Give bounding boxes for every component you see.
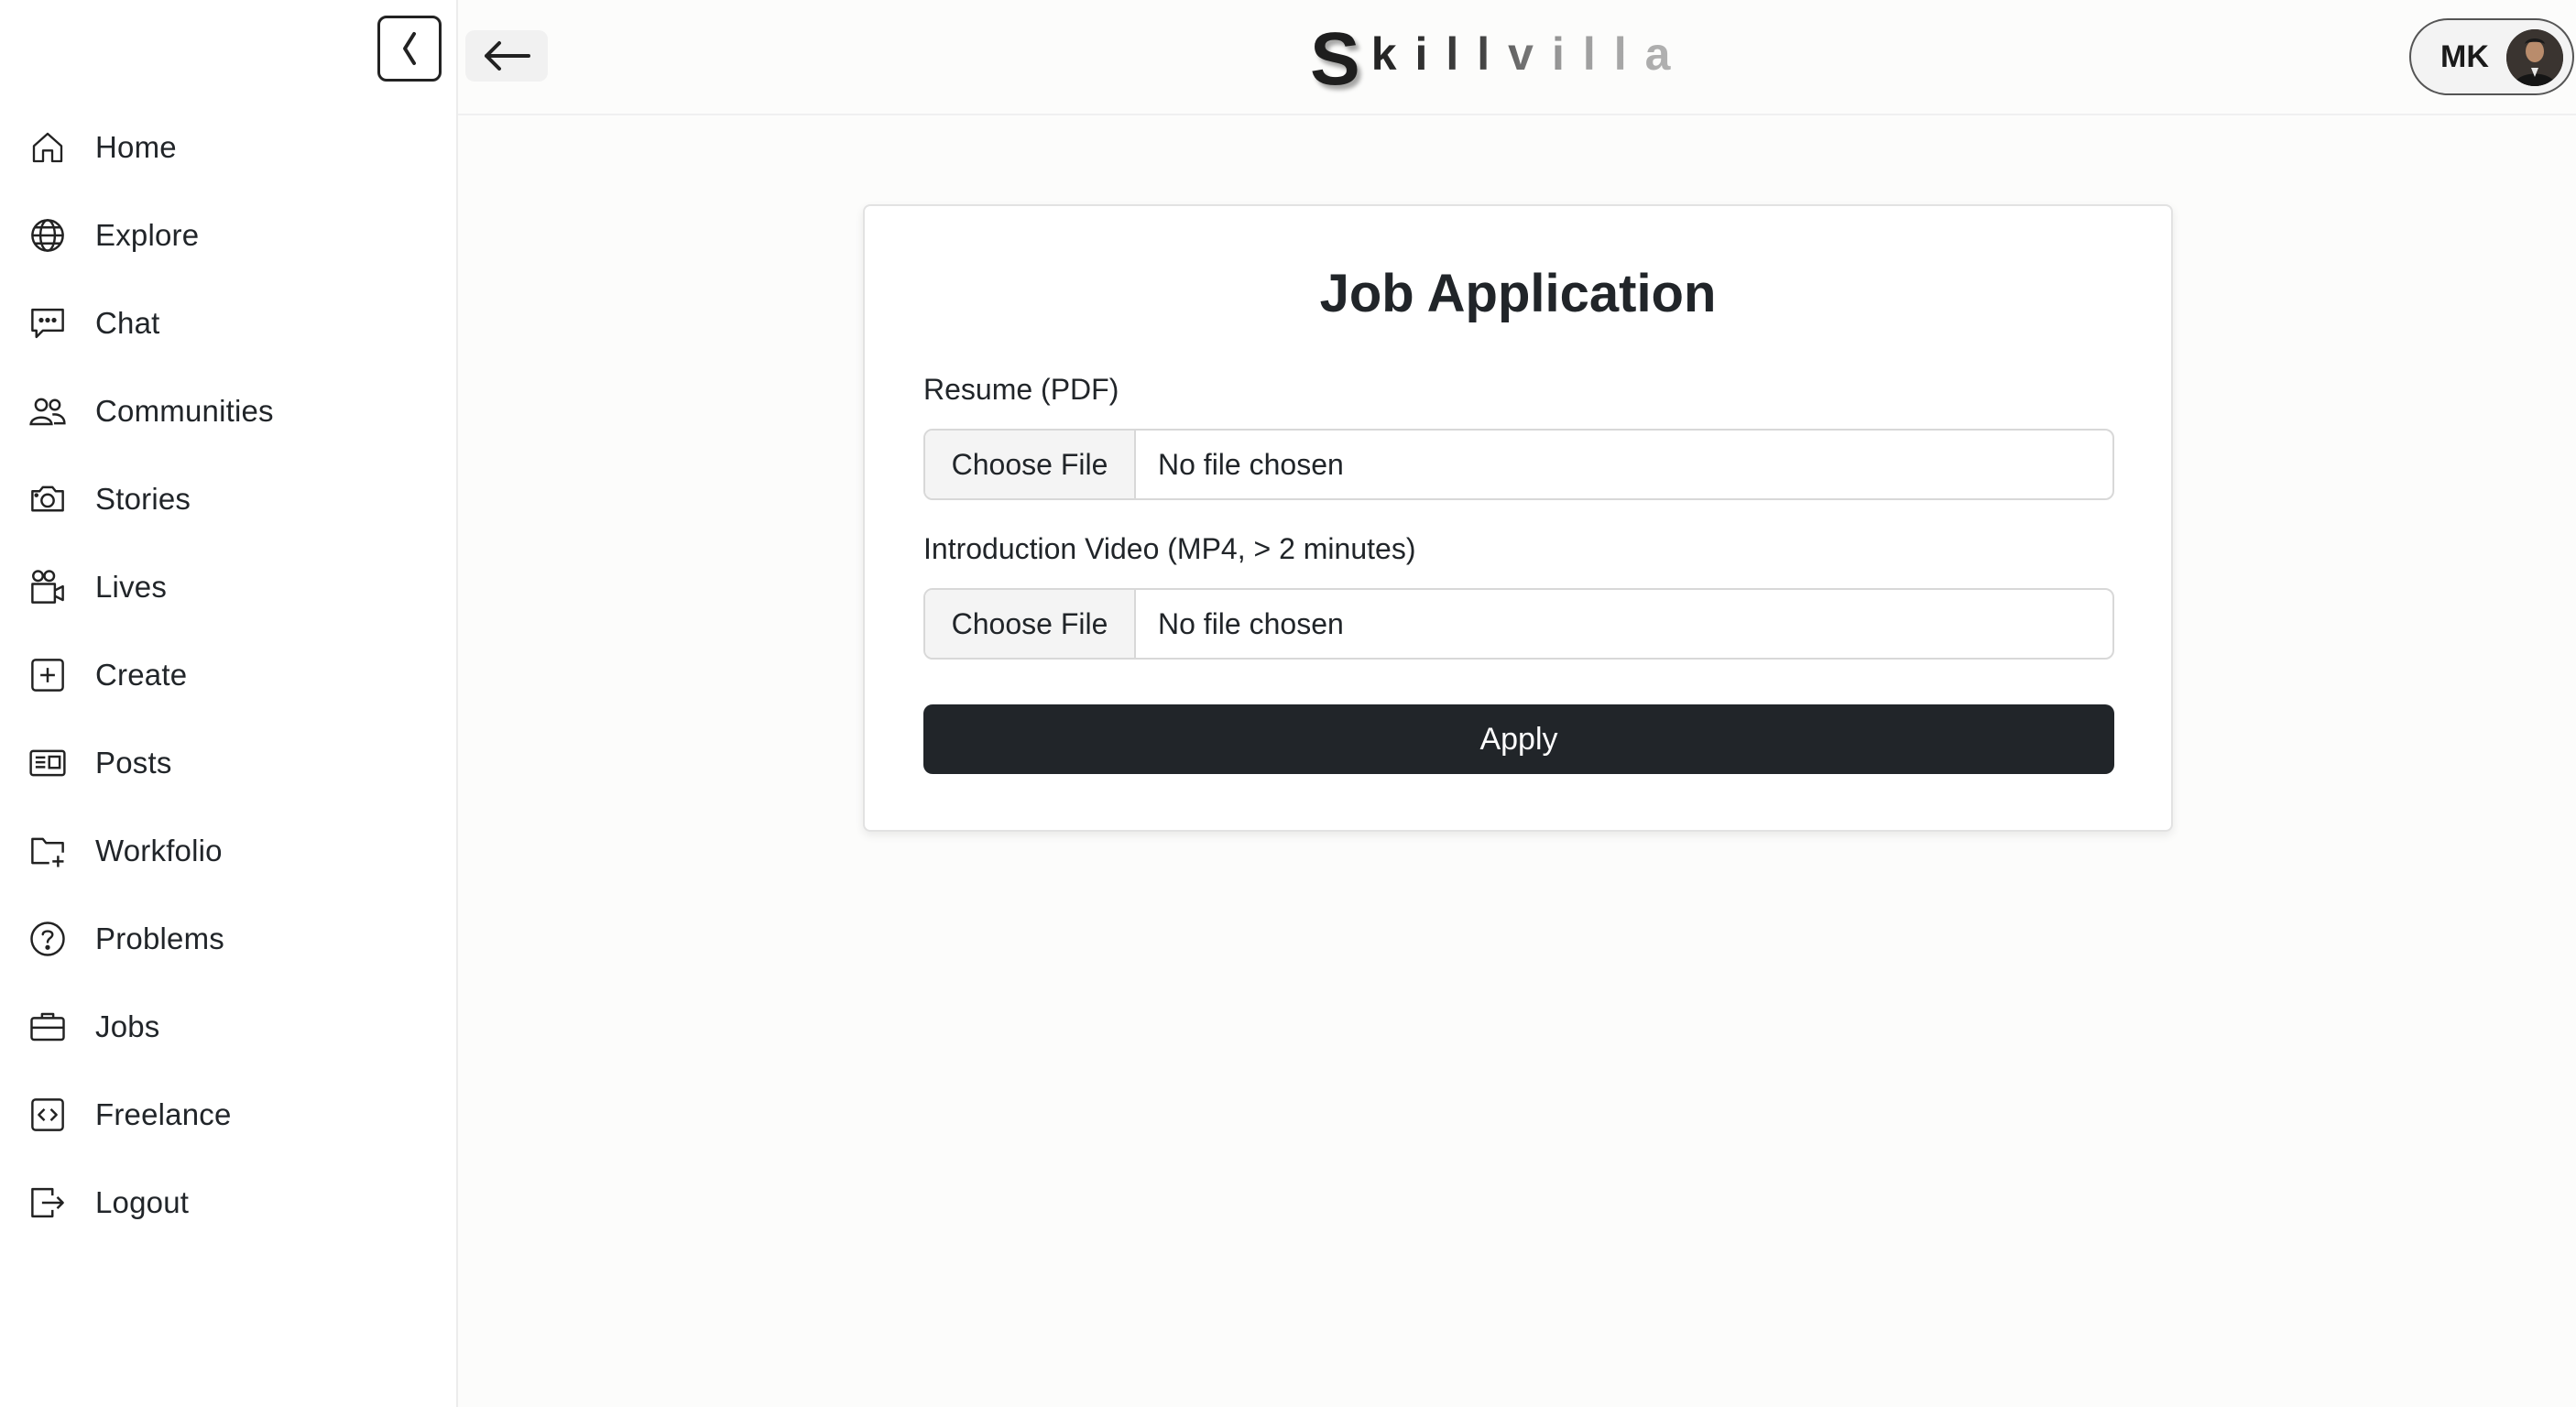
logo-wordmark: killvilla xyxy=(1370,28,1689,80)
sidebar-item-jobs[interactable]: Jobs xyxy=(26,999,429,1054)
sidebar-item-problems[interactable]: Problems xyxy=(26,911,429,966)
video-camera-icon xyxy=(26,565,70,609)
sidebar-item-label: Lives xyxy=(95,570,168,604)
video-label: Introduction Video (MP4, > 2 minutes) xyxy=(923,532,1416,565)
apply-button[interactable]: Apply xyxy=(923,704,2114,774)
collapse-sidebar-button[interactable] xyxy=(377,16,442,82)
logo-initial: S xyxy=(1310,17,1360,101)
resume-choose-file-button[interactable]: Choose File xyxy=(925,431,1136,498)
sidebar-item-stories[interactable]: Stories xyxy=(26,472,429,527)
sidebar-item-communities[interactable]: Communities xyxy=(26,384,429,439)
sidebar-item-label: Problems xyxy=(95,922,224,955)
resume-label: Resume (PDF) xyxy=(923,373,1119,406)
sidebar-item-label: Chat xyxy=(95,306,160,340)
page-title: Job Application xyxy=(1319,264,1717,323)
sidebar-item-workfolio[interactable]: Workfolio xyxy=(26,823,429,878)
resume-file-input[interactable]: Choose File No file chosen xyxy=(923,429,2114,500)
video-file-status: No file chosen xyxy=(1158,606,1344,640)
avatar xyxy=(2506,29,2563,86)
sidebar-item-label: Workfolio xyxy=(95,834,223,867)
home-icon xyxy=(26,125,70,169)
back-button[interactable] xyxy=(465,30,548,82)
sidebar-item-logout[interactable]: Logout xyxy=(26,1175,429,1230)
app-logo[interactable]: S killvilla xyxy=(1310,17,1689,101)
sidebar-item-posts[interactable]: Posts xyxy=(26,736,429,791)
sidebar-item-label: Freelance xyxy=(95,1097,232,1131)
sidebar-item-label: Home xyxy=(95,130,177,164)
globe-icon xyxy=(26,213,70,257)
sidebar-item-label: Logout xyxy=(95,1185,190,1219)
plus-square-icon xyxy=(26,653,70,697)
sidebar-item-home[interactable]: Home xyxy=(26,120,429,175)
folder-plus-icon xyxy=(26,829,70,873)
sidebar: Home Explore Chat Communities Stories Li… xyxy=(0,0,458,1407)
chevron-left-icon xyxy=(403,32,416,65)
briefcase-icon xyxy=(26,1005,70,1049)
code-square-icon xyxy=(26,1093,70,1137)
camera-icon xyxy=(26,477,70,521)
job-application-card: Job Application Resume (PDF) Choose File… xyxy=(863,204,2173,832)
video-choose-file-button[interactable]: Choose File xyxy=(925,590,1136,658)
sidebar-item-chat[interactable]: Chat xyxy=(26,296,429,351)
sidebar-item-label: Explore xyxy=(95,218,200,252)
sidebar-item-lives[interactable]: Lives xyxy=(26,560,429,615)
sidebar-item-label: Communities xyxy=(95,394,274,428)
profile-initials: MK xyxy=(2440,38,2489,74)
sidebar-item-label: Posts xyxy=(95,746,172,780)
users-icon xyxy=(26,389,70,433)
sidebar-item-label: Create xyxy=(95,658,188,692)
chat-icon xyxy=(26,301,70,345)
sidebar-item-label: Jobs xyxy=(95,1009,160,1043)
sidebar-item-create[interactable]: Create xyxy=(26,648,429,703)
video-file-input[interactable]: Choose File No file chosen xyxy=(923,588,2114,660)
sidebar-item-label: Stories xyxy=(95,482,191,516)
sidebar-item-explore[interactable]: Explore xyxy=(26,208,429,263)
resume-file-status: No file chosen xyxy=(1158,447,1344,481)
profile-menu-button[interactable]: MK xyxy=(2409,18,2574,95)
newspaper-icon xyxy=(26,741,70,785)
question-circle-icon xyxy=(26,917,70,961)
top-bar: S killvilla MK xyxy=(458,0,2576,115)
sidebar-item-freelance[interactable]: Freelance xyxy=(26,1087,429,1142)
logout-icon xyxy=(26,1181,70,1225)
arrow-left-icon xyxy=(485,41,530,71)
